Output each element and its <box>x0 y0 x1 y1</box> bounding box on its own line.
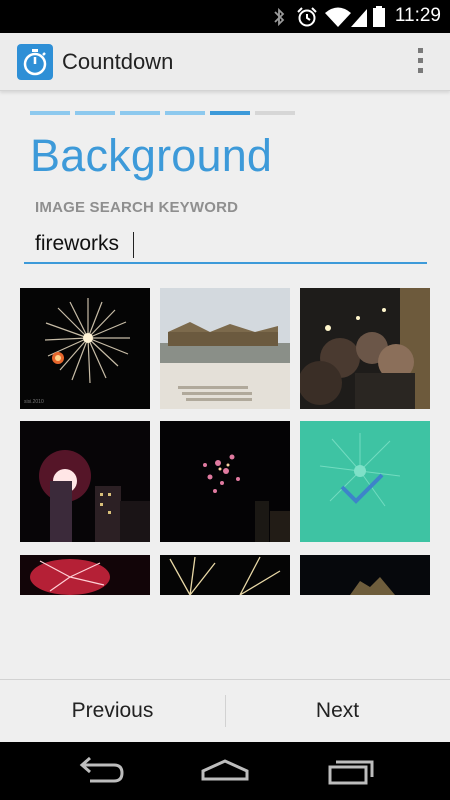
wizard-progress <box>30 111 296 115</box>
wifi-icon <box>325 7 351 27</box>
image-result[interactable] <box>160 288 290 409</box>
app-title: Countdown <box>62 49 174 74</box>
bluetooth-icon <box>274 7 285 27</box>
previous-button[interactable]: Previous <box>0 680 225 742</box>
stopwatch-icon[interactable] <box>17 44 53 80</box>
keyword-input[interactable] <box>24 226 427 264</box>
image-result[interactable] <box>20 555 150 595</box>
recents-icon[interactable] <box>320 753 380 789</box>
step-indicator-4 <box>165 111 205 115</box>
signal-icon <box>351 9 367 27</box>
image-result[interactable] <box>300 288 430 409</box>
overflow-menu-icon[interactable] <box>416 46 424 78</box>
step-indicator-2 <box>75 111 115 115</box>
home-icon[interactable] <box>195 753 255 789</box>
image-result[interactable] <box>160 555 290 595</box>
navigation-bar <box>0 742 450 800</box>
battery-icon <box>373 6 385 27</box>
button-bar: Previous Next <box>0 679 450 742</box>
clock: 11:29 <box>394 5 441 26</box>
text-cursor <box>133 232 134 258</box>
image-result[interactable] <box>160 421 290 542</box>
svg-text:sisi.2010: sisi.2010 <box>24 399 44 405</box>
image-result[interactable] <box>20 421 150 542</box>
keyword-label: IMAGE SEARCH KEYWORD <box>35 199 239 216</box>
page-title: Background <box>30 130 273 181</box>
image-result[interactable] <box>300 555 430 595</box>
step-indicator-3 <box>120 111 160 115</box>
action-bar: Countdown <box>0 33 450 91</box>
step-indicator-6 <box>255 111 295 115</box>
next-button[interactable]: Next <box>225 680 450 742</box>
back-icon[interactable] <box>70 753 130 789</box>
status-bar: 11:29 <box>0 0 450 33</box>
image-result-selected[interactable] <box>300 421 430 542</box>
step-indicator-5 <box>210 111 250 115</box>
alarm-icon <box>297 7 317 27</box>
image-result[interactable]: sisi.2010 <box>20 288 150 409</box>
step-indicator-1 <box>30 111 70 115</box>
